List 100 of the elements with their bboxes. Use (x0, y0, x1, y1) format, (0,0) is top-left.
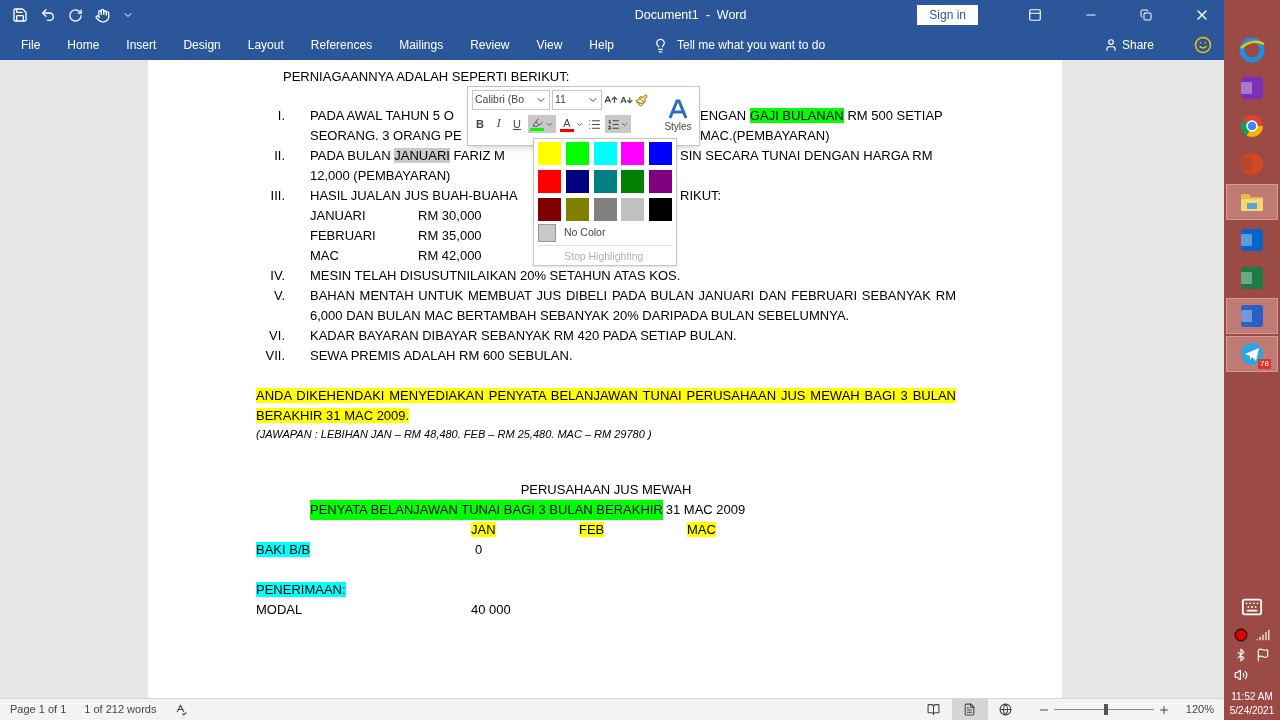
list-item-text: KADAR BAYARAN DIBAYAR SEBANYAK RM 420 PADA SETIAP BULAN. (310, 327, 738, 345)
color-swatch[interactable] (621, 142, 645, 165)
color-swatch[interactable] (538, 170, 561, 193)
stop-highlighting-option: Stop Highlighting (538, 249, 644, 265)
sign-in-button[interactable]: Sign in (917, 5, 978, 25)
menu-tab[interactable]: File (21, 36, 41, 54)
globe-app-icon[interactable] (1238, 112, 1266, 140)
menu-tab[interactable]: Layout (247, 36, 284, 54)
color-swatch[interactable] (565, 198, 589, 221)
record-icon[interactable] (1234, 628, 1248, 642)
color-swatch[interactable] (649, 142, 673, 165)
menu-tab[interactable]: Insert (126, 36, 157, 54)
numbering-button[interactable] (605, 115, 631, 133)
keyboard-icon[interactable] (1241, 596, 1263, 618)
paragraph: PERNIAGAANNYA ADALAH SEPERTI BERIKUT: (282, 68, 571, 86)
lightbulb-icon (653, 37, 668, 53)
clock-date[interactable]: 5/24/2021 (1229, 704, 1275, 718)
month-label: JANUARI (310, 207, 367, 225)
text-line: ENGAN GAJI BULANAN RM 500 SETIAP (700, 107, 944, 125)
text-line: RIKUT: (680, 187, 723, 205)
color-swatch[interactable] (538, 198, 561, 221)
list-item-text: MESIN TELAH DISUSUTNILAIKAN 20% SETAHUN ATAS KOS. (310, 267, 682, 285)
person-icon (1103, 38, 1118, 52)
menu-tab[interactable]: Home (67, 36, 100, 54)
signal-icon[interactable] (1256, 628, 1270, 642)
color-swatch[interactable] (538, 142, 561, 165)
list-numeral: IV. (269, 267, 286, 285)
text-line: MAC.(PEMBAYARAN) (700, 127, 831, 145)
share-button[interactable]: Share (1121, 36, 1154, 54)
font-size-field[interactable]: 11 (552, 90, 602, 110)
color-swatch[interactable] (593, 198, 617, 221)
window-title: Document1 - Word (634, 6, 747, 24)
menu-tab[interactable]: Design (183, 36, 221, 54)
highlighter-icon (531, 117, 543, 128)
underline-button[interactable]: U (510, 115, 524, 133)
month-label: FEBRUARI (310, 227, 377, 245)
bold-button[interactable]: B (472, 115, 488, 133)
browser-icon[interactable] (1238, 36, 1266, 64)
month-heading: JAN (471, 522, 496, 537)
page-count[interactable]: Page 1 of 1 (10, 701, 67, 718)
answer-note: (JAWAPAN : LEBIHAN JAN – RM 48,480. FEB – RM 25,480. MAC – RM 29780 ) (256, 427, 653, 442)
color-swatch[interactable] (649, 198, 673, 221)
amount-value: RM 35,000 (418, 227, 482, 245)
restore-icon[interactable] (1140, 9, 1152, 21)
list-numeral: V. (272, 287, 286, 305)
menu-tab[interactable]: Mailings (399, 36, 444, 54)
font-name-field[interactable]: Calibri (Bo (472, 90, 550, 110)
color-swatch[interactable] (649, 170, 673, 193)
globe-icon (999, 703, 1013, 716)
row-label: MODAL (256, 602, 303, 617)
ribbon-display-icon[interactable] (1028, 8, 1042, 22)
color-swatch[interactable] (621, 170, 645, 193)
page-icon (963, 703, 977, 716)
color-swatch[interactable] (593, 170, 617, 193)
flag-icon[interactable] (1256, 648, 1270, 662)
undo-icon[interactable] (40, 7, 56, 23)
list-numeral: VII. (264, 347, 286, 365)
menu-tab[interactable]: References (310, 36, 373, 54)
italic-button[interactable]: I (492, 115, 506, 133)
redo-icon[interactable] (68, 7, 83, 23)
volume-icon[interactable] (1234, 668, 1248, 682)
color-swatch[interactable] (621, 198, 645, 221)
menu-tab[interactable]: View (536, 36, 563, 54)
row-label: PENERIMAAN: (256, 582, 346, 597)
list-numeral: III. (269, 187, 286, 205)
month-label: MAC (310, 247, 340, 265)
word-count[interactable]: 1 of 212 words (84, 701, 157, 718)
list-numeral: II. (273, 147, 286, 165)
save-icon[interactable] (12, 7, 28, 23)
color-swatch[interactable] (565, 170, 589, 193)
proofing-icon[interactable] (174, 703, 188, 716)
print-view-button[interactable] (951, 699, 988, 720)
color-swatch[interactable] (593, 142, 617, 165)
menu-tab[interactable]: Help (589, 36, 614, 54)
text-line: HASIL JUALAN JUS BUAH-BUAHA (310, 187, 519, 205)
bullets-icon[interactable] (588, 117, 601, 131)
hand-icon[interactable] (95, 7, 110, 23)
row-label: BAKI B/B (256, 542, 311, 557)
book-icon (927, 703, 941, 716)
styles-button[interactable]: Styles (661, 90, 695, 142)
month-heading: FEB (579, 522, 605, 537)
zoom-in-icon[interactable] (1157, 703, 1170, 716)
zoom-level[interactable]: 120% (1185, 701, 1214, 718)
smiley-icon[interactable] (1194, 36, 1212, 54)
text-line: SEORANG. 3 ORANG PE (310, 127, 463, 145)
no-color-option[interactable]: No Color (538, 224, 606, 242)
month-heading: MAC (687, 522, 716, 537)
font-color-button[interactable]: A (560, 115, 584, 133)
numbered-list-icon (607, 117, 620, 131)
list-numeral: VI. (268, 327, 286, 345)
styles-icon (668, 98, 688, 119)
color-swatch[interactable] (565, 142, 589, 165)
statement-date: 31 MAC 2009 (665, 501, 746, 519)
tell-me-field[interactable]: Tell me what you want to do (677, 36, 826, 54)
amount-value: RM 42,000 (418, 247, 482, 265)
row-value: 0 (474, 541, 483, 559)
zoom-slider[interactable] (1053, 703, 1154, 716)
highlight-button[interactable] (528, 115, 556, 133)
menu-tab[interactable]: Review (470, 36, 510, 54)
clock-time[interactable]: 11:52 AM (1231, 690, 1273, 704)
